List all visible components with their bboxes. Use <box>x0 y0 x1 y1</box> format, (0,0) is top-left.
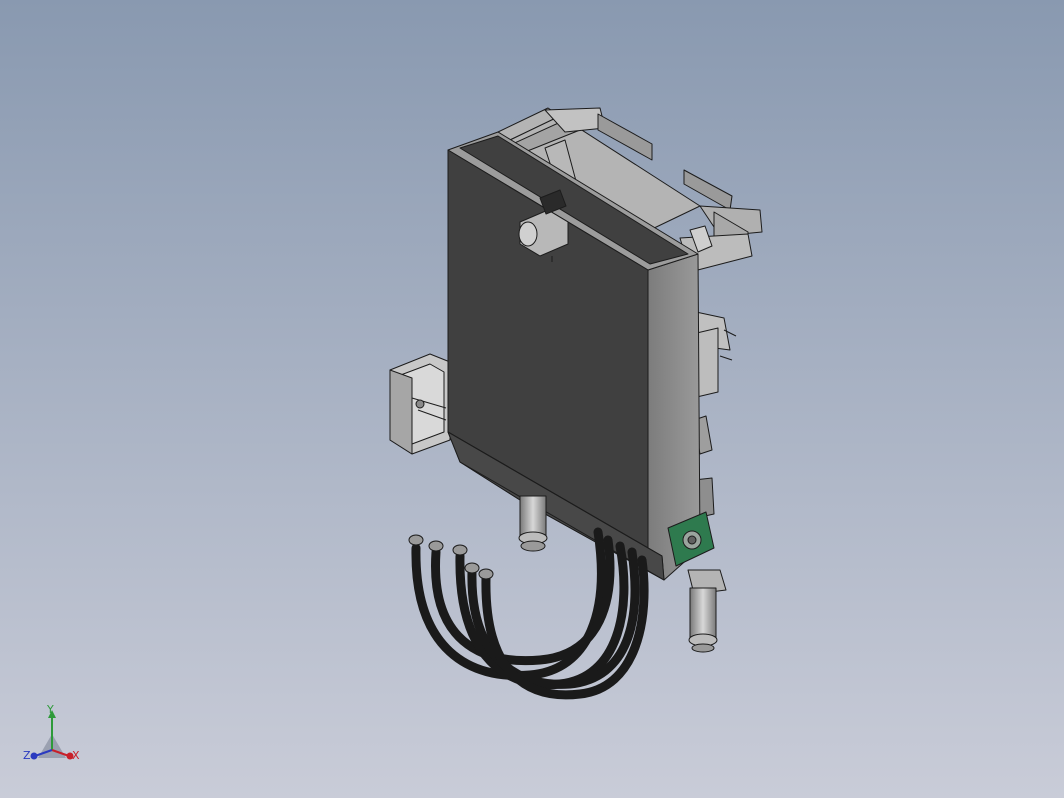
triad-z-label: Z <box>23 749 31 762</box>
z-axis-arrow-icon <box>30 752 38 760</box>
lower-pipe-left <box>518 495 548 552</box>
triad-x-label: X <box>72 749 80 762</box>
reference-triad: Y X Z <box>14 704 90 774</box>
left-bracket-box <box>389 353 451 455</box>
model-view[interactable] <box>0 0 1064 798</box>
triad-y-label: Y <box>47 703 54 716</box>
graphics-viewport[interactable]: Y X Z <box>0 0 1064 798</box>
